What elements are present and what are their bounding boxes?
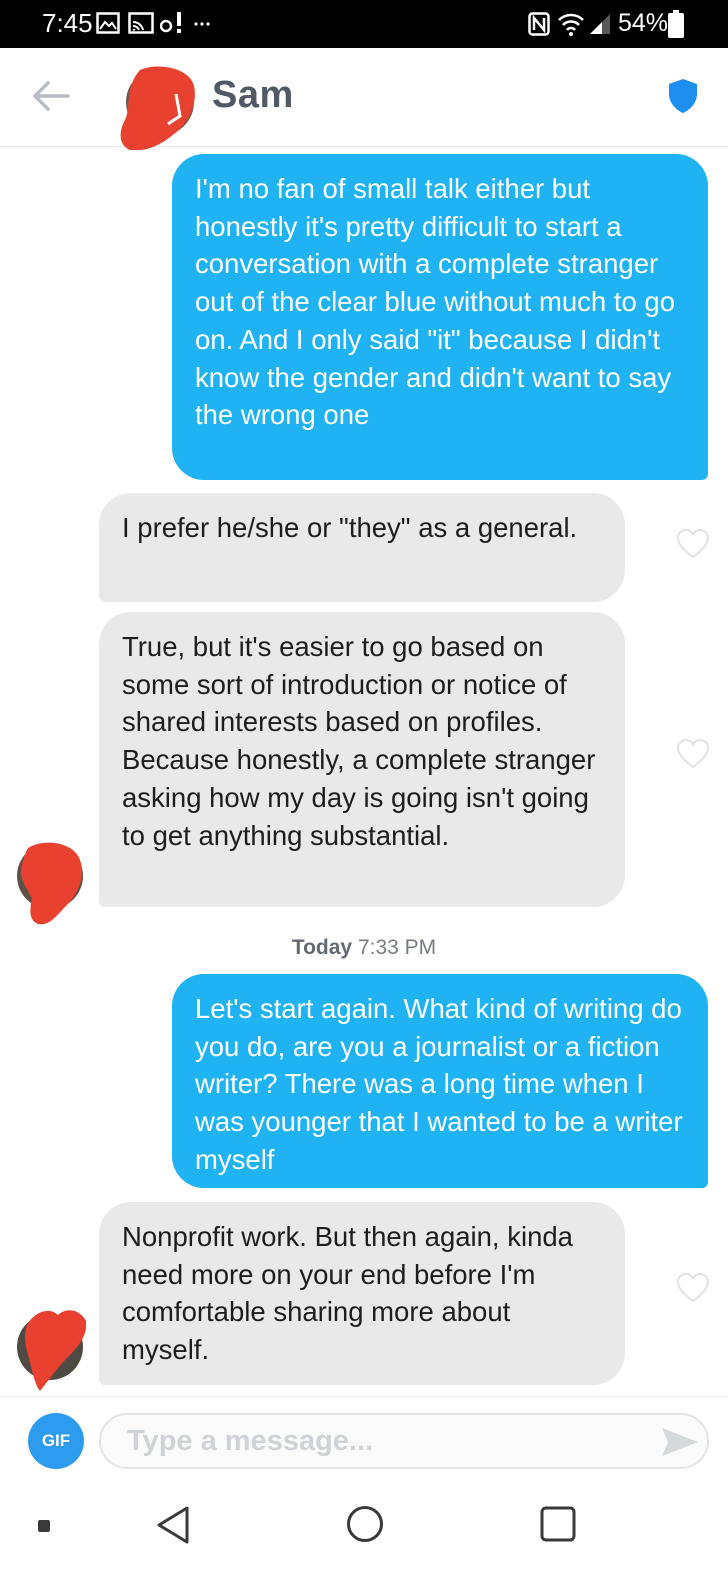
gif-button[interactable]: GIF: [28, 1413, 84, 1469]
shield-icon[interactable]: [668, 78, 698, 114]
sent-message-bubble[interactable]: Let's start again. What kind of writing …: [172, 974, 708, 1188]
status-bar: 7:45 54%: [0, 0, 728, 48]
sent-message-bubble[interactable]: I'm no fan of small talk either but hone…: [172, 154, 708, 480]
more-dots-icon: [194, 22, 210, 26]
nfc-icon: [528, 12, 550, 36]
alert-icon: [160, 12, 181, 33]
cast-icon: [128, 12, 154, 34]
arrow-left-icon[interactable]: [30, 78, 70, 114]
timestamp: Today 7:33 PM: [0, 936, 728, 960]
battery-percentage: 54%: [618, 9, 669, 37]
heart-icon[interactable]: [676, 528, 710, 560]
send-icon[interactable]: [660, 1425, 700, 1459]
received-message-bubble[interactable]: Nonprofit work. But then again, kinda ne…: [99, 1202, 625, 1385]
timestamp-day: Today: [291, 936, 353, 959]
avatar[interactable]: [14, 836, 86, 926]
contact-name[interactable]: Sam: [212, 74, 294, 117]
heart-icon[interactable]: [676, 1272, 710, 1304]
nav-indicator: [38, 1520, 50, 1532]
composer-divider: [0, 1396, 728, 1397]
gallery-icon: [96, 12, 120, 34]
timestamp-time: 7:33 PM: [357, 936, 437, 959]
heart-icon[interactable]: [676, 738, 710, 770]
status-time: 7:45: [42, 8, 93, 38]
avatar[interactable]: [14, 1303, 86, 1393]
message-input[interactable]: [99, 1413, 709, 1469]
wifi-icon: [558, 13, 584, 36]
received-message-bubble[interactable]: True, but it's easier to go based on som…: [99, 612, 625, 907]
chat-header: Sam: [0, 48, 728, 150]
received-message-bubble[interactable]: I prefer he/she or "they" as a general.: [99, 493, 625, 602]
battery-icon: [668, 10, 684, 38]
nav-back-icon[interactable]: [155, 1505, 191, 1545]
nav-recents-icon[interactable]: [540, 1506, 576, 1542]
signal-icon: [590, 14, 610, 34]
avatar[interactable]: [118, 64, 198, 150]
nav-home-icon[interactable]: [346, 1505, 384, 1543]
